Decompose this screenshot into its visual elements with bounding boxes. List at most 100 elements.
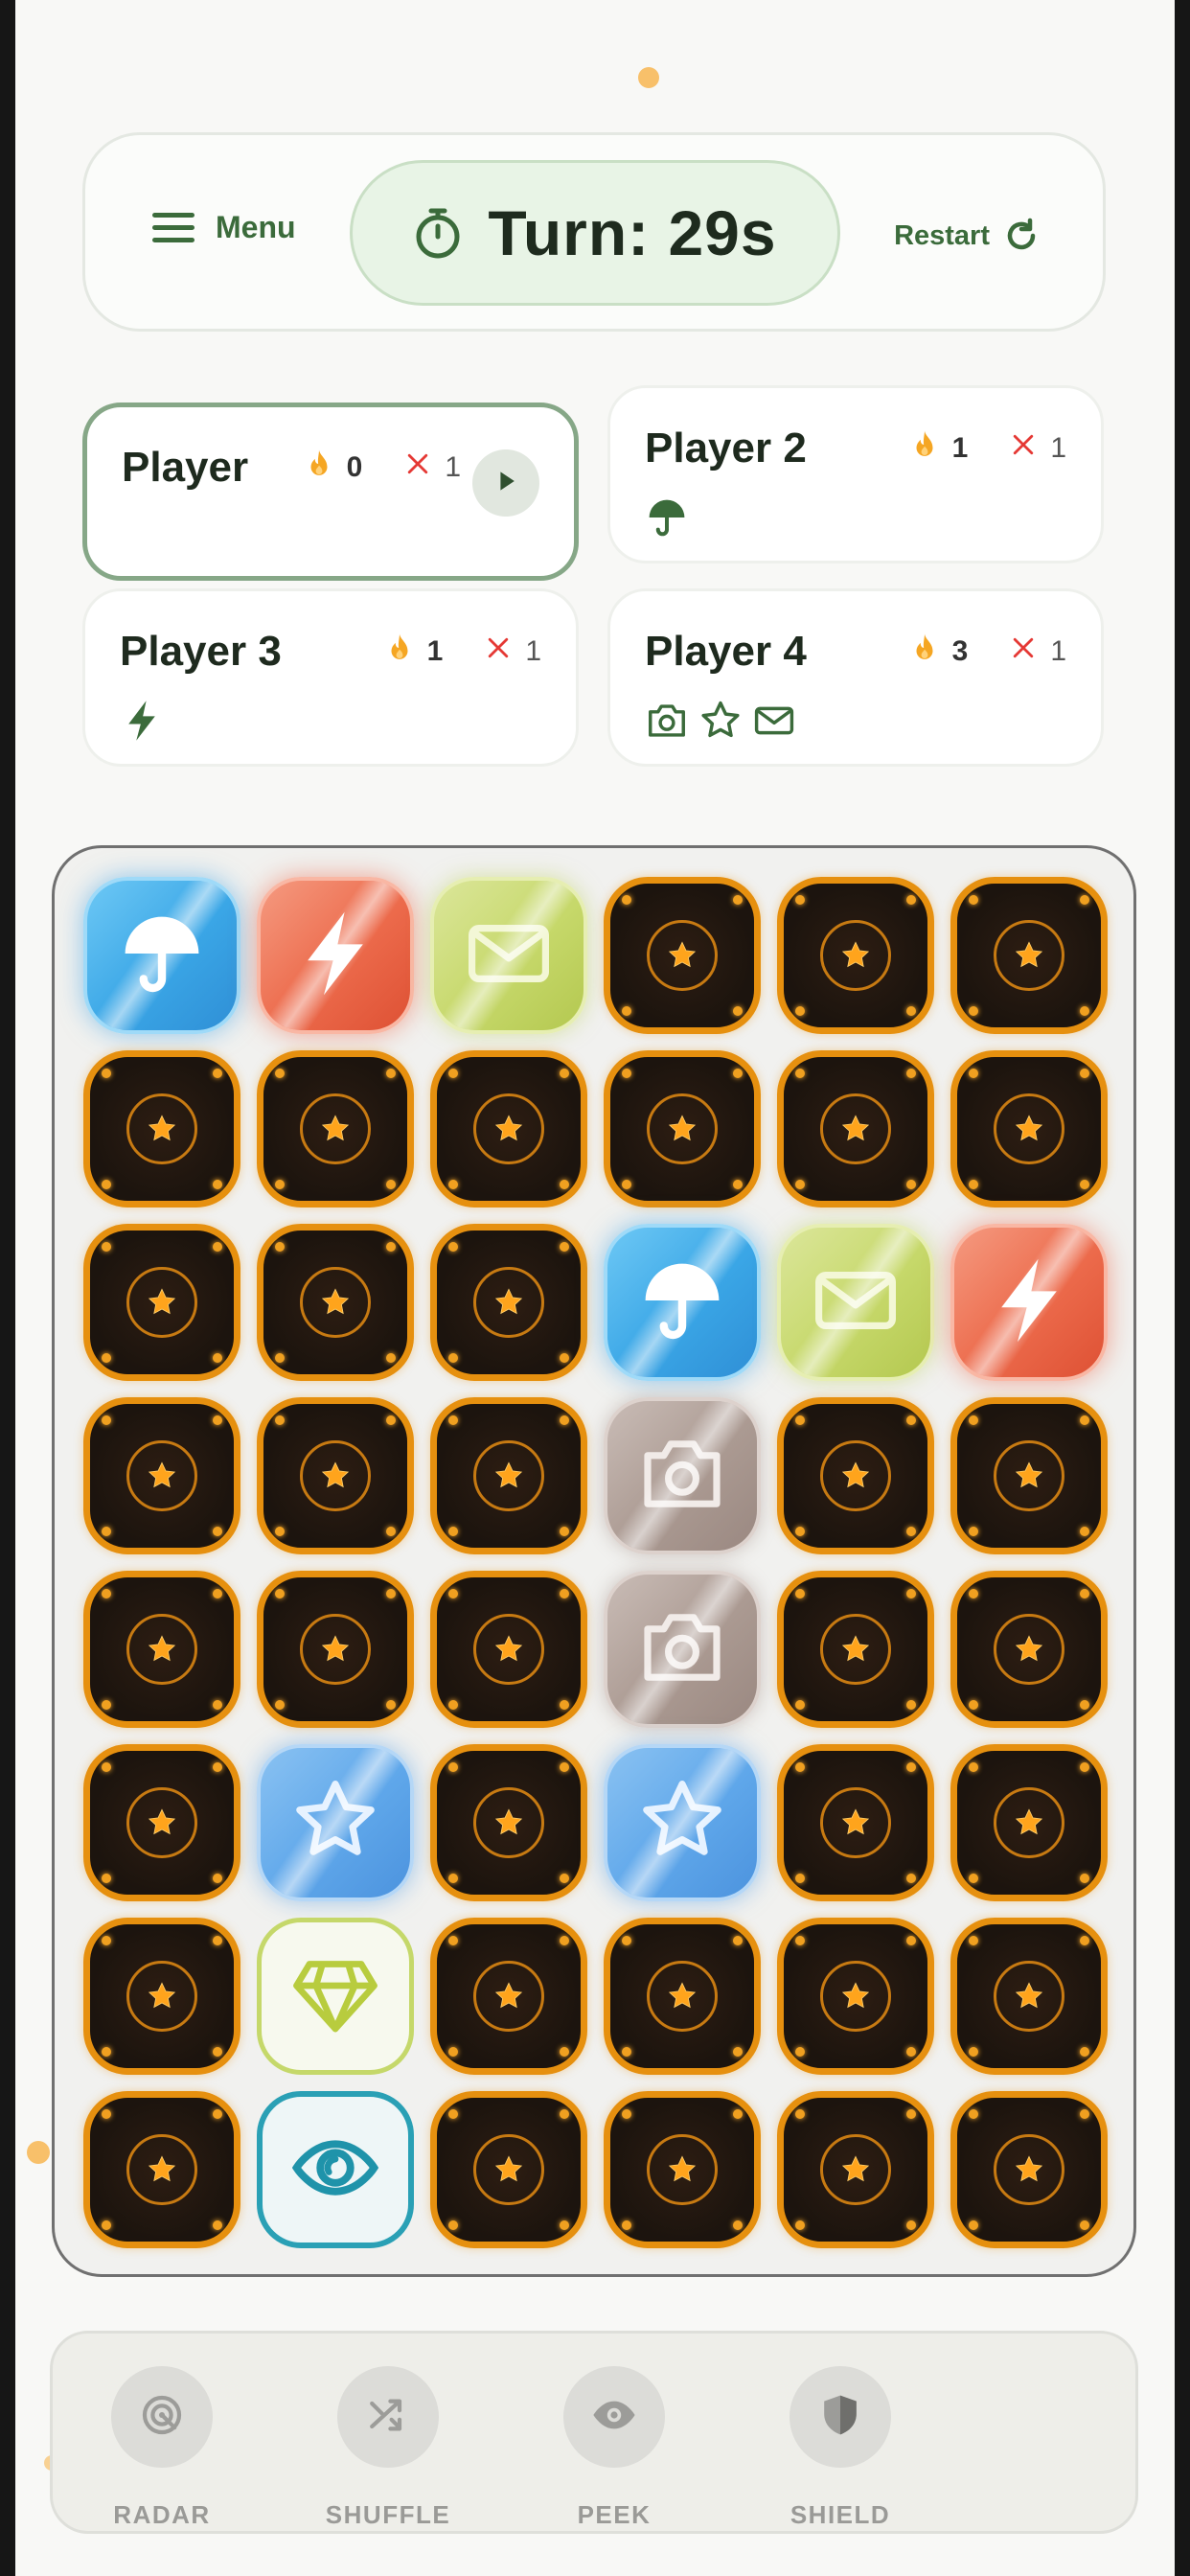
tile-rivet <box>906 1700 916 1710</box>
shuffle-powerup-button[interactable]: SHUFFLE <box>292 2366 484 2530</box>
tile-rivet <box>733 1936 743 1945</box>
miss-icon <box>402 448 433 487</box>
hidden-tile[interactable] <box>604 2091 761 2248</box>
hidden-tile[interactable] <box>950 2091 1108 2248</box>
camera-icon <box>645 699 689 748</box>
hidden-tile[interactable] <box>950 1050 1108 1208</box>
diamond-tile[interactable] <box>257 1918 414 2075</box>
powerup-label: SHIELD <box>790 2500 891 2529</box>
tile-rivet <box>906 1527 916 1536</box>
tile-rivet <box>448 1353 458 1363</box>
miss-icon <box>1008 429 1039 468</box>
hidden-tile[interactable] <box>950 877 1108 1034</box>
shield-powerup-button[interactable]: SHIELD <box>744 2366 936 2530</box>
lightning-tile[interactable] <box>257 877 414 1034</box>
hidden-tile[interactable] <box>950 1744 1108 1901</box>
star-icon <box>437 2098 581 2242</box>
radar-powerup-button[interactable]: RADAR <box>66 2366 258 2530</box>
hidden-tile[interactable] <box>257 1224 414 1381</box>
hidden-tile[interactable] <box>257 1571 414 1728</box>
tile-rivet <box>560 1527 569 1536</box>
hidden-tile[interactable] <box>950 1918 1108 2075</box>
star-tile[interactable] <box>257 1744 414 1901</box>
tile-rivet <box>969 2220 978 2230</box>
player-card[interactable]: Player 311 <box>82 588 579 767</box>
tile-rivet <box>386 1242 396 1252</box>
hidden-tile[interactable] <box>950 1571 1108 1728</box>
menu-button[interactable]: Menu <box>152 210 296 245</box>
hidden-tile[interactable] <box>430 1050 587 1208</box>
tile-rivet <box>906 2109 916 2119</box>
hidden-tile[interactable] <box>777 1918 934 2075</box>
powerup-label: PEEK <box>577 2500 652 2529</box>
hidden-tile[interactable] <box>604 1050 761 1208</box>
decor-dot <box>638 67 659 88</box>
tile-rivet <box>795 1180 805 1189</box>
camera-tile[interactable] <box>604 1571 761 1728</box>
star-icon <box>957 1751 1101 1895</box>
player-card[interactable]: Player 211 <box>607 385 1104 564</box>
hidden-tile[interactable] <box>777 1744 934 1901</box>
player-card[interactable]: Player 431 <box>607 588 1104 767</box>
star-icon <box>610 2098 754 2242</box>
peek-powerup-button[interactable]: PEEK <box>518 2366 710 2530</box>
tile-rivet <box>213 1700 222 1710</box>
hidden-tile[interactable] <box>430 1571 587 1728</box>
hidden-tile[interactable] <box>604 1918 761 2075</box>
tile-rivet <box>560 1762 569 1772</box>
umbrella-tile[interactable] <box>604 1224 761 1381</box>
mail-tile[interactable] <box>777 1224 934 1381</box>
player-card[interactable]: Player 0 1 <box>82 402 579 581</box>
hidden-tile[interactable] <box>257 1397 414 1554</box>
restart-button[interactable]: Restart <box>894 218 1040 254</box>
star-tile[interactable] <box>604 1744 761 1901</box>
umbrella-icon <box>116 908 208 1004</box>
hidden-tile[interactable] <box>430 1224 587 1381</box>
fire-count: 3 <box>951 635 969 667</box>
camera-tile[interactable] <box>604 1397 761 1554</box>
hidden-tile[interactable] <box>83 1918 240 2075</box>
hidden-tile[interactable] <box>257 1050 414 1208</box>
hidden-tile[interactable] <box>430 2091 587 2248</box>
mail-icon <box>752 699 796 748</box>
star-outline-icon <box>636 1775 728 1872</box>
tile-rivet <box>560 1415 569 1425</box>
hidden-tile[interactable] <box>83 1744 240 1901</box>
tile-rivet <box>795 1700 805 1710</box>
star-icon <box>784 1751 927 1895</box>
hidden-tile[interactable] <box>83 1224 240 1381</box>
player-stats: 31 <box>908 632 1066 672</box>
player-name: Player 2 <box>645 425 807 472</box>
mail-tile[interactable] <box>430 877 587 1034</box>
hidden-tile[interactable] <box>430 1744 587 1901</box>
hidden-tile[interactable] <box>777 1397 934 1554</box>
powerup-circle <box>111 2366 213 2468</box>
tile-rivet <box>213 2220 222 2230</box>
hidden-tile[interactable] <box>83 2091 240 2248</box>
tile-rivet <box>102 1180 111 1189</box>
hidden-tile[interactable] <box>83 1571 240 1728</box>
tile-rivet <box>733 2047 743 2057</box>
tile-rivet <box>448 1700 458 1710</box>
star-icon <box>90 1751 234 1895</box>
hidden-tile[interactable] <box>83 1050 240 1208</box>
hidden-tile[interactable] <box>950 1397 1108 1554</box>
tile-rivet <box>969 1180 978 1189</box>
tile-rivet <box>1080 1527 1089 1536</box>
hidden-tile[interactable] <box>777 1571 934 1728</box>
star-icon <box>90 1404 234 1548</box>
lightning-tile[interactable] <box>950 1224 1108 1381</box>
hidden-tile[interactable] <box>430 1397 587 1554</box>
star-outline-icon <box>289 1775 381 1872</box>
hidden-tile[interactable] <box>777 1050 934 1208</box>
hidden-tile[interactable] <box>604 877 761 1034</box>
hidden-tile[interactable] <box>777 877 934 1034</box>
hidden-tile[interactable] <box>777 2091 934 2248</box>
miss-count: 1 <box>1050 635 1066 667</box>
umbrella-tile[interactable] <box>83 877 240 1034</box>
tile-rivet <box>1080 2047 1089 2057</box>
peek-tile[interactable] <box>257 2091 414 2248</box>
star-icon <box>610 1057 754 1201</box>
hidden-tile[interactable] <box>430 1918 587 2075</box>
hidden-tile[interactable] <box>83 1397 240 1554</box>
